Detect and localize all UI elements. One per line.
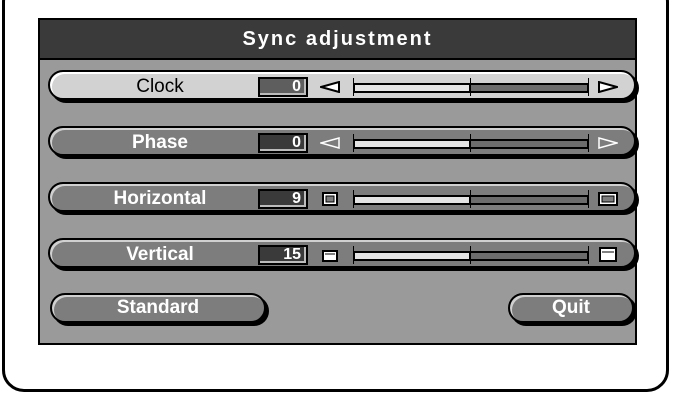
phase-slider-fill (355, 141, 471, 147)
horizontal-slider[interactable] (353, 190, 591, 208)
phase-slider[interactable] (353, 134, 591, 152)
vertical-slider-fill (355, 253, 471, 259)
short-window-icon[interactable] (320, 246, 340, 264)
tall-window-icon[interactable] (598, 246, 618, 264)
horizontal-value: 9 (258, 189, 308, 209)
quit-button[interactable]: Quit (508, 293, 634, 323)
vertical-label: Vertical (126, 244, 194, 265)
phase-pill[interactable]: Phase 0 (48, 126, 636, 156)
clock-slider-fill (355, 85, 471, 91)
horizontal-pill[interactable]: Horizontal 9 (48, 182, 636, 212)
vertical-value: 15 (258, 245, 308, 265)
vertical-slider[interactable] (353, 246, 591, 264)
triangle-left-icon[interactable] (320, 134, 340, 152)
horizontal-slider-fill (355, 197, 471, 203)
vertical-row[interactable]: Vertical 15 (48, 238, 636, 270)
menu-title: Sync adjustment (242, 27, 433, 50)
phase-label: Phase (132, 132, 188, 153)
standard-button[interactable]: Standard (50, 293, 266, 323)
triangle-right-icon[interactable] (598, 78, 618, 96)
clock-row[interactable]: Clock 0 (48, 70, 636, 102)
clock-pill[interactable]: Clock 0 (48, 70, 636, 100)
clock-label: Clock (136, 76, 184, 97)
sync-adjustment-menu: Sync adjustment Clock 0 Phase 0 Horizont… (38, 18, 637, 345)
triangle-left-icon[interactable] (320, 78, 340, 96)
clock-slider[interactable] (353, 78, 591, 96)
wide-window-icon[interactable] (598, 190, 618, 208)
triangle-right-icon[interactable] (598, 134, 618, 152)
vertical-pill[interactable]: Vertical 15 (48, 238, 636, 268)
phase-value: 0 (258, 133, 308, 153)
phase-row[interactable]: Phase 0 (48, 126, 636, 158)
clock-value: 0 (258, 77, 308, 97)
narrow-window-icon[interactable] (320, 190, 340, 208)
horizontal-label: Horizontal (113, 188, 207, 209)
horizontal-row[interactable]: Horizontal 9 (48, 182, 636, 214)
title-bar: Sync adjustment (40, 20, 635, 60)
